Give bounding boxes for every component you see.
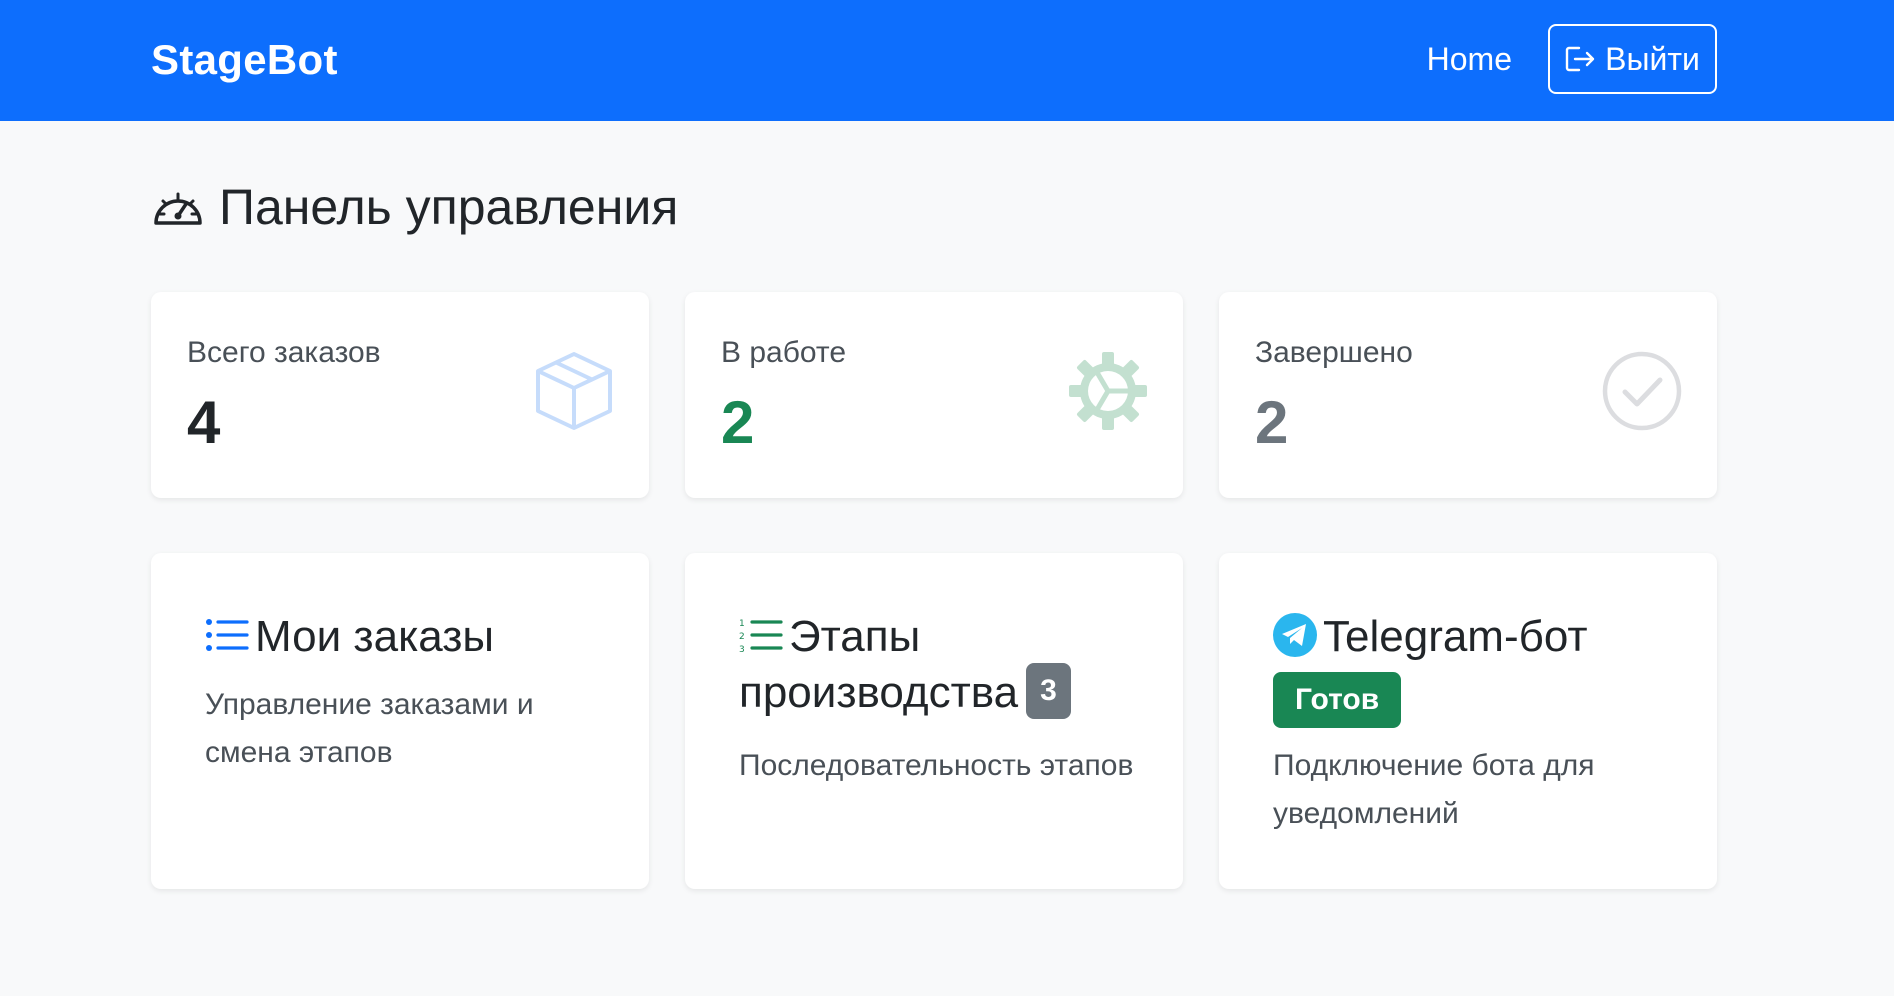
logout-icon xyxy=(1565,46,1595,72)
svg-text:2: 2 xyxy=(739,632,745,642)
card-title: 1 2 3 Этапы производства 3 xyxy=(739,609,1143,723)
stat-card-completed: Завершено 2 xyxy=(1219,292,1717,498)
stat-value: 2 xyxy=(721,389,755,456)
stat-card-total-orders: Всего заказов 4 xyxy=(151,292,649,498)
card-description: Управление заказами и смена этапов xyxy=(205,688,534,769)
ordered-list-icon: 1 2 3 xyxy=(739,619,783,653)
stat-label: Завершено xyxy=(1255,336,1413,369)
telegram-icon xyxy=(1273,613,1317,658)
card-my-orders[interactable]: Мои заказы Управление заказами и смена э… xyxy=(151,553,649,889)
stat-label: В работе xyxy=(721,336,847,369)
speedometer-icon xyxy=(154,192,202,225)
nav-home-link[interactable]: Home xyxy=(1427,41,1512,78)
stages-count-badge: 3 xyxy=(1026,663,1071,720)
logout-button[interactable]: Выйти xyxy=(1548,24,1717,94)
page-title-text: Панель управления xyxy=(219,179,679,235)
card-description: Подключение бота для уведомлений xyxy=(1273,749,1595,830)
stat-value: 2 xyxy=(1255,389,1289,456)
card-title: Мои заказы xyxy=(205,609,609,665)
box-icon xyxy=(536,352,612,430)
svg-text:3: 3 xyxy=(739,645,745,653)
card-title: Telegram-бот Готов xyxy=(1273,609,1677,728)
list-icon xyxy=(206,619,249,652)
card-description: Последовательность этапов xyxy=(739,749,1134,782)
status-badge: Готов xyxy=(1273,672,1402,728)
page-title: Панель управления xyxy=(151,178,678,236)
logout-label: Выйти xyxy=(1605,40,1700,77)
nav-right: Home Выйти xyxy=(1427,24,1717,94)
card-title-text: Telegram-бот xyxy=(1323,612,1588,661)
gear-icon xyxy=(1069,352,1147,430)
card-production-stages[interactable]: 1 2 3 Этапы производства 3 Последовательн… xyxy=(685,553,1183,889)
check-circle-icon xyxy=(1602,351,1682,431)
card-telegram-bot[interactable]: Telegram-бот Готов Подключение бота для … xyxy=(1219,553,1717,889)
stat-card-in-progress: В работе 2 xyxy=(685,292,1183,498)
brand-logo[interactable]: StageBot xyxy=(151,36,338,84)
navbar: StageBot Home Выйти xyxy=(0,0,1894,121)
stat-label: Всего заказов xyxy=(187,336,381,369)
card-title-text: Мои заказы xyxy=(255,612,495,661)
svg-text:1: 1 xyxy=(739,619,745,629)
stat-value: 4 xyxy=(187,389,221,456)
